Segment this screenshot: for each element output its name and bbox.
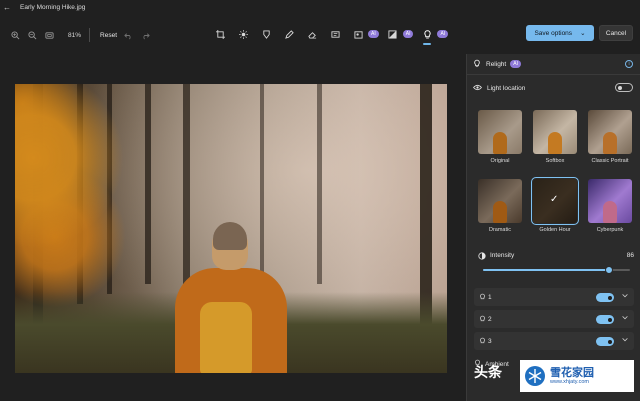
window-title: Early Morning Hike.jpg — [20, 3, 86, 11]
zoom-out-icon[interactable] — [26, 29, 38, 41]
preset-dramatic[interactable] — [478, 179, 522, 223]
save-options-label: Save options — [534, 29, 573, 37]
panel-divider — [467, 74, 640, 75]
photo-canvas[interactable] — [15, 84, 447, 373]
generative-erase-icon[interactable] — [386, 27, 400, 41]
title-bar: ← Early Morning Hike.jpg — [0, 0, 640, 14]
intensity-label: Intensity — [490, 252, 515, 259]
preset-label: Original — [490, 158, 510, 164]
intensity-value: 86 — [626, 252, 634, 259]
preset-cyberpunk[interactable] — [588, 179, 632, 223]
bulb-icon — [473, 59, 481, 70]
panel-header: Relight AI i — [467, 54, 640, 74]
hiker-backpack — [200, 302, 252, 373]
preset-label: Cyberpunk — [596, 227, 624, 233]
light-number: 3 — [488, 337, 492, 345]
zoom-controls: 81% Reset — [9, 28, 151, 42]
relight-panel: Relight AI i Light location Original Sof… — [466, 54, 640, 401]
hiker-beanie — [213, 222, 247, 250]
chevron-down-icon[interactable] — [621, 292, 629, 300]
chevron-down-icon[interactable] — [621, 314, 629, 322]
watermark-text: 头条 — [474, 364, 502, 380]
preset-label: Dramatic — [488, 227, 511, 233]
light-toggle[interactable] — [596, 315, 614, 324]
light-number: 1 — [488, 293, 492, 301]
preset-label: Classic Portrait — [591, 158, 629, 164]
bulb-icon — [479, 315, 487, 323]
watermark-brand-url: www.xhjaty.com — [550, 379, 590, 385]
preset-classic-portrait[interactable] — [588, 110, 632, 154]
preset-original[interactable] — [478, 110, 522, 154]
chevron-down-icon[interactable] — [621, 336, 629, 344]
adjust-brightness-icon[interactable] — [236, 27, 250, 41]
preset-label: Golden Hour — [539, 227, 571, 233]
edit-tools: AI AI AI — [213, 27, 455, 45]
tree-trunk — [260, 84, 264, 274]
back-arrow-icon[interactable]: ← — [0, 3, 14, 12]
preset-label: Softbox — [545, 158, 565, 164]
ai-badge: AI — [437, 30, 449, 38]
watermark-brand-name: 雪花家园 — [550, 367, 594, 379]
eye-icon — [473, 84, 482, 93]
light-row-1[interactable]: 1 — [474, 288, 634, 306]
chevron-down-icon: ⌄ — [580, 30, 586, 37]
cancel-button[interactable]: Cancel — [599, 25, 633, 41]
preset-softbox[interactable] — [533, 110, 577, 154]
intensity-slider[interactable] — [483, 266, 630, 274]
intensity-icon — [478, 252, 486, 262]
light-location-label: Light location — [487, 85, 526, 92]
text-box-icon[interactable] — [328, 27, 342, 41]
panel-title: Relight — [486, 60, 507, 68]
reset-button[interactable]: Reset — [100, 32, 117, 39]
filter-icon[interactable] — [259, 27, 273, 41]
markup-pen-icon[interactable] — [282, 27, 296, 41]
intensity-slider-fill — [483, 269, 610, 271]
light-toggle[interactable] — [596, 337, 614, 346]
ai-badge: AI — [368, 30, 379, 38]
ai-badge: AI — [510, 60, 521, 68]
preset-golden-hour[interactable]: ✓ — [531, 177, 579, 225]
background-blur-icon[interactable] — [351, 27, 365, 41]
watermark-badge: 雪花家园 www.xhjaty.com — [520, 360, 634, 392]
light-location-row: Light location — [473, 83, 633, 93]
ai-badge: AI — [402, 30, 414, 38]
checkmark-icon: ✓ — [550, 194, 559, 205]
light-number: 2 — [488, 315, 492, 323]
intensity-slider-thumb[interactable] — [605, 266, 614, 274]
snowflake-logo-icon — [525, 366, 545, 386]
erase-icon[interactable] — [305, 27, 319, 41]
toolbar-divider — [89, 28, 91, 42]
zoom-in-icon[interactable] — [9, 29, 21, 41]
bulb-icon — [479, 293, 487, 301]
relight-bulb-icon[interactable] — [420, 27, 434, 45]
light-location-toggle[interactable] — [615, 83, 633, 92]
light-row-3[interactable]: 3 — [474, 332, 634, 350]
redo-icon[interactable] — [139, 29, 151, 41]
watermark-brand: 雪花家园 www.xhjaty.com — [546, 367, 594, 385]
crop-icon[interactable] — [213, 27, 227, 41]
bulb-icon — [479, 337, 487, 345]
tree-trunk — [317, 84, 322, 284]
light-row-2[interactable]: 2 — [474, 310, 634, 328]
zoom-value: 81% — [68, 31, 82, 39]
info-icon[interactable]: i — [625, 60, 633, 68]
undo-icon[interactable] — [122, 29, 134, 41]
light-toggle[interactable] — [596, 293, 614, 302]
fit-to-window-icon[interactable] — [43, 29, 55, 41]
save-options-button[interactable]: Save options ⌄ — [526, 25, 594, 41]
